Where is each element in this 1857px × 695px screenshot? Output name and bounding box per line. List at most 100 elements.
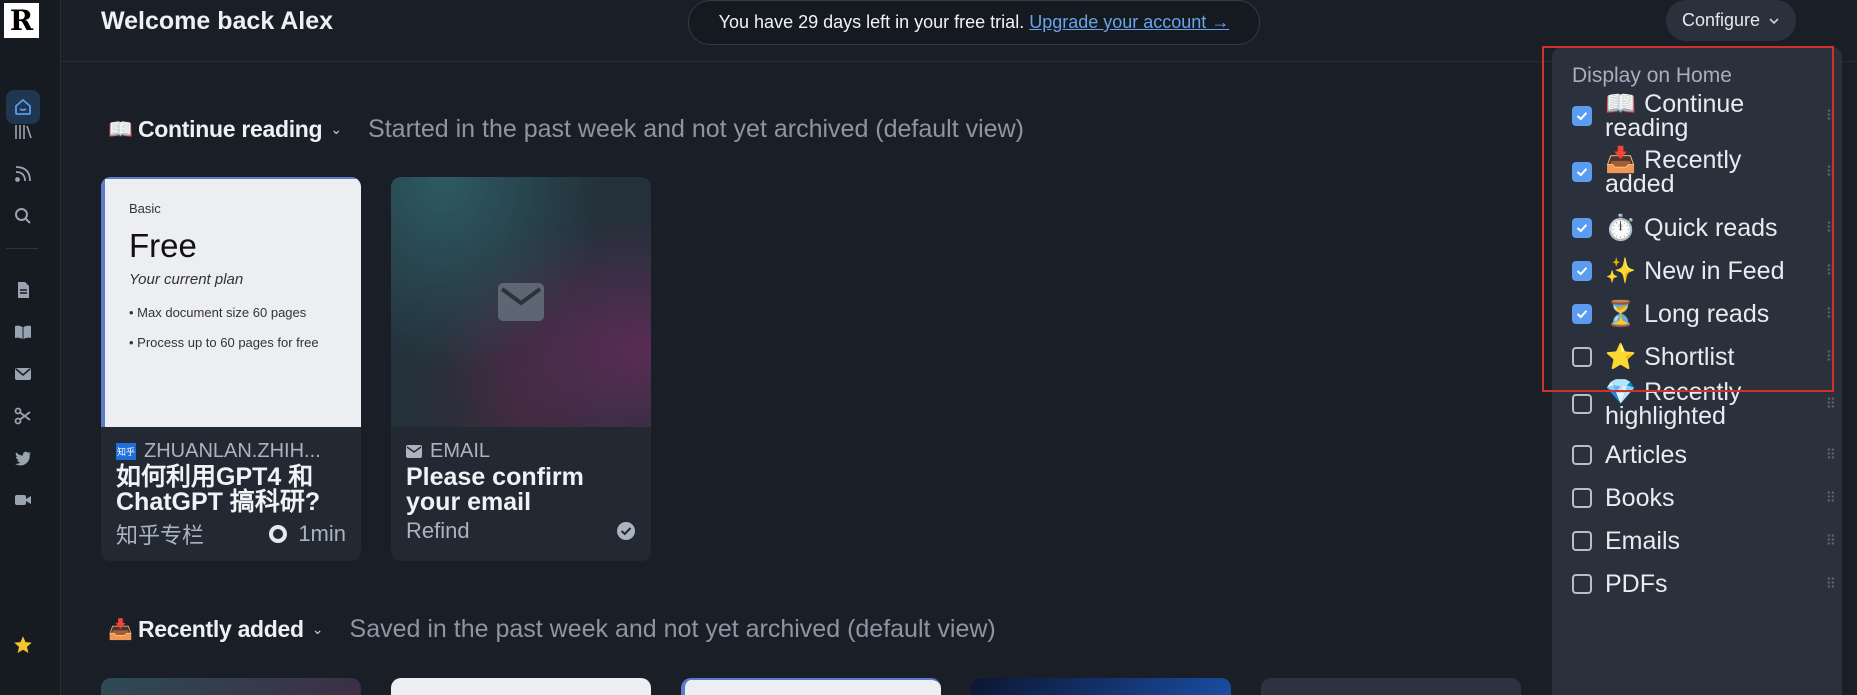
menu-item-recently-highlighted[interactable]: 💎 Recently highlighted ⠿ — [1572, 380, 1836, 429]
menu-item-label: PDFs — [1605, 570, 1805, 598]
card-author: 知乎专栏 — [116, 523, 205, 548]
card-thumbnail — [391, 177, 651, 427]
card-title: 如何利用GPT4 和 ChatGPT 搞科研? — [116, 463, 321, 516]
menu-item-new-in-feed[interactable]: ✨ New in Feed ⠿ — [1572, 257, 1836, 285]
menu-item-text: Quick reads — [1644, 214, 1778, 242]
nav-emails-icon[interactable] — [6, 357, 40, 391]
menu-item-text: New in Feed — [1644, 257, 1785, 285]
checkbox[interactable] — [1572, 218, 1592, 238]
section-title[interactable]: Recently added — [138, 616, 304, 643]
menu-item-text: Emails — [1605, 527, 1681, 555]
progress-ring-icon — [269, 525, 288, 543]
plan-name: Free — [129, 227, 197, 264]
sidebar-divider — [6, 248, 38, 249]
section-title[interactable]: Continue reading — [138, 116, 323, 143]
menu-item-label: 📖 Continue reading — [1605, 92, 1805, 141]
nav-articles-icon[interactable] — [6, 273, 40, 307]
app-logo[interactable]: R — [4, 3, 39, 38]
document-card[interactable] — [101, 678, 361, 695]
checkbox[interactable] — [1572, 304, 1592, 324]
checkbox[interactable] — [1572, 347, 1592, 367]
email-envelope-icon — [498, 283, 544, 321]
nav-videos-icon[interactable] — [6, 483, 40, 517]
nav-search-icon[interactable] — [6, 199, 40, 233]
menu-item-continue-reading[interactable]: 📖 Continue reading ⠿ — [1572, 92, 1836, 141]
menu-item-label: 💎 Recently highlighted — [1605, 380, 1805, 429]
nav-twitter-icon[interactable] — [6, 441, 40, 475]
drag-handle-icon[interactable]: ⠿ — [1826, 108, 1836, 125]
plan-bullet: • Process up to 60 pages for free — [129, 335, 319, 350]
card-meta: 知乎 ZHUANLAN.ZHIH... 如何利用GPT4 和 ChatGPT 搞… — [116, 440, 346, 550]
menu-item-emoji-icon: ⏱️ — [1605, 214, 1637, 242]
checkbox[interactable] — [1572, 445, 1592, 465]
drag-handle-icon[interactable]: ⠿ — [1826, 490, 1836, 507]
drag-handle-icon[interactable]: ⠿ — [1826, 447, 1836, 464]
drag-handle-icon[interactable]: ⠿ — [1826, 576, 1836, 593]
drag-handle-icon[interactable]: ⠿ — [1826, 164, 1836, 181]
menu-item-pdfs[interactable]: PDFs ⠿ — [1572, 570, 1836, 598]
document-card[interactable]: Basic Free Your current plan • Max docum… — [101, 177, 361, 561]
menu-heading: Display on Home — [1572, 64, 1732, 87]
menu-item-text: PDFs — [1605, 570, 1668, 598]
section-description: Started in the past week and not yet arc… — [368, 115, 1024, 143]
drag-handle-icon[interactable]: ⠿ — [1826, 349, 1836, 366]
drag-handle-icon[interactable]: ⠿ — [1826, 533, 1836, 550]
menu-item-text: Articles — [1605, 441, 1687, 469]
zhihu-favicon-icon: 知乎 — [116, 443, 136, 460]
trial-banner: You have 29 days left in your free trial… — [688, 0, 1260, 45]
drag-handle-icon[interactable]: ⠿ — [1826, 220, 1836, 237]
menu-item-long-reads[interactable]: ⏳ Long reads ⠿ — [1572, 301, 1836, 327]
card-source-domain: EMAIL — [430, 440, 491, 462]
checkbox[interactable] — [1572, 574, 1592, 594]
menu-item-label: Articles — [1605, 441, 1805, 469]
chevron-down-icon[interactable]: ⌄ — [330, 121, 342, 138]
section-continue-reading: 📖 Continue reading ⌄ Started in the past… — [108, 115, 1024, 144]
document-card[interactable] — [1261, 678, 1521, 695]
inbox-tray-emoji-icon: 📥 — [108, 619, 133, 641]
menu-item-recently-added[interactable]: 📥 Recently added ⠿ — [1572, 148, 1836, 197]
checkbox[interactable] — [1572, 261, 1592, 281]
card-footer: Refind — [406, 518, 636, 544]
drag-handle-icon[interactable]: ⠿ — [1826, 263, 1836, 280]
nav-shortlist-star-icon[interactable] — [6, 628, 40, 662]
document-card[interactable] — [391, 678, 651, 695]
document-card[interactable] — [681, 678, 941, 695]
drag-handle-icon[interactable]: ⠿ — [1826, 306, 1836, 323]
configure-label: Configure — [1681, 10, 1761, 30]
card-footer: 知乎专栏 1min — [116, 518, 346, 550]
drag-handle-icon[interactable]: ⠿ — [1826, 396, 1836, 413]
nav-highlights-icon[interactable] — [6, 399, 40, 433]
sidebar: R — [0, 0, 61, 695]
menu-item-emoji-icon: ⭐ — [1605, 343, 1637, 371]
plan-tier: Basic — [129, 201, 161, 216]
document-card[interactable]: EMAIL Please confirm your email Refind — [391, 177, 651, 561]
card-source: EMAIL — [406, 440, 636, 463]
menu-item-books[interactable]: Books ⠿ — [1572, 485, 1836, 511]
nav-library-icon[interactable] — [6, 115, 40, 149]
checkbox[interactable] — [1572, 488, 1592, 508]
nav-feed-icon[interactable] — [6, 157, 40, 191]
checkbox[interactable] — [1572, 162, 1592, 182]
trial-text: You have 29 days left in your free trial… — [718, 12, 1025, 32]
chevron-down-icon[interactable]: ⌄ — [312, 621, 324, 638]
menu-item-label: ✨ New in Feed — [1605, 257, 1805, 285]
nav-books-icon[interactable] — [6, 315, 40, 349]
document-card[interactable] — [971, 678, 1231, 695]
card-author: Refind — [406, 518, 470, 543]
menu-item-text: Shortlist — [1644, 343, 1735, 371]
welcome-heading: Welcome back Alex — [101, 7, 334, 35]
menu-item-label: Emails — [1605, 527, 1805, 555]
email-icon — [406, 445, 422, 458]
menu-item-shortlist[interactable]: ⭐ Shortlist ⠿ — [1572, 343, 1836, 371]
menu-item-emails[interactable]: Emails ⠿ — [1572, 527, 1836, 555]
checkbox[interactable] — [1572, 531, 1592, 551]
checkbox[interactable] — [1572, 106, 1592, 126]
upgrade-link[interactable]: Upgrade your account → — [1029, 12, 1229, 33]
checkbox[interactable] — [1572, 394, 1592, 414]
menu-item-label: Books — [1605, 486, 1805, 511]
menu-item-quick-reads[interactable]: ⏱️ Quick reads ⠿ — [1572, 214, 1836, 242]
configure-button[interactable]: Configure — [1666, 0, 1796, 41]
menu-item-emoji-icon: ✨ — [1605, 257, 1637, 285]
card-meta: EMAIL Please confirm your email Refind — [406, 440, 636, 544]
menu-item-articles[interactable]: Articles ⠿ — [1572, 441, 1836, 469]
